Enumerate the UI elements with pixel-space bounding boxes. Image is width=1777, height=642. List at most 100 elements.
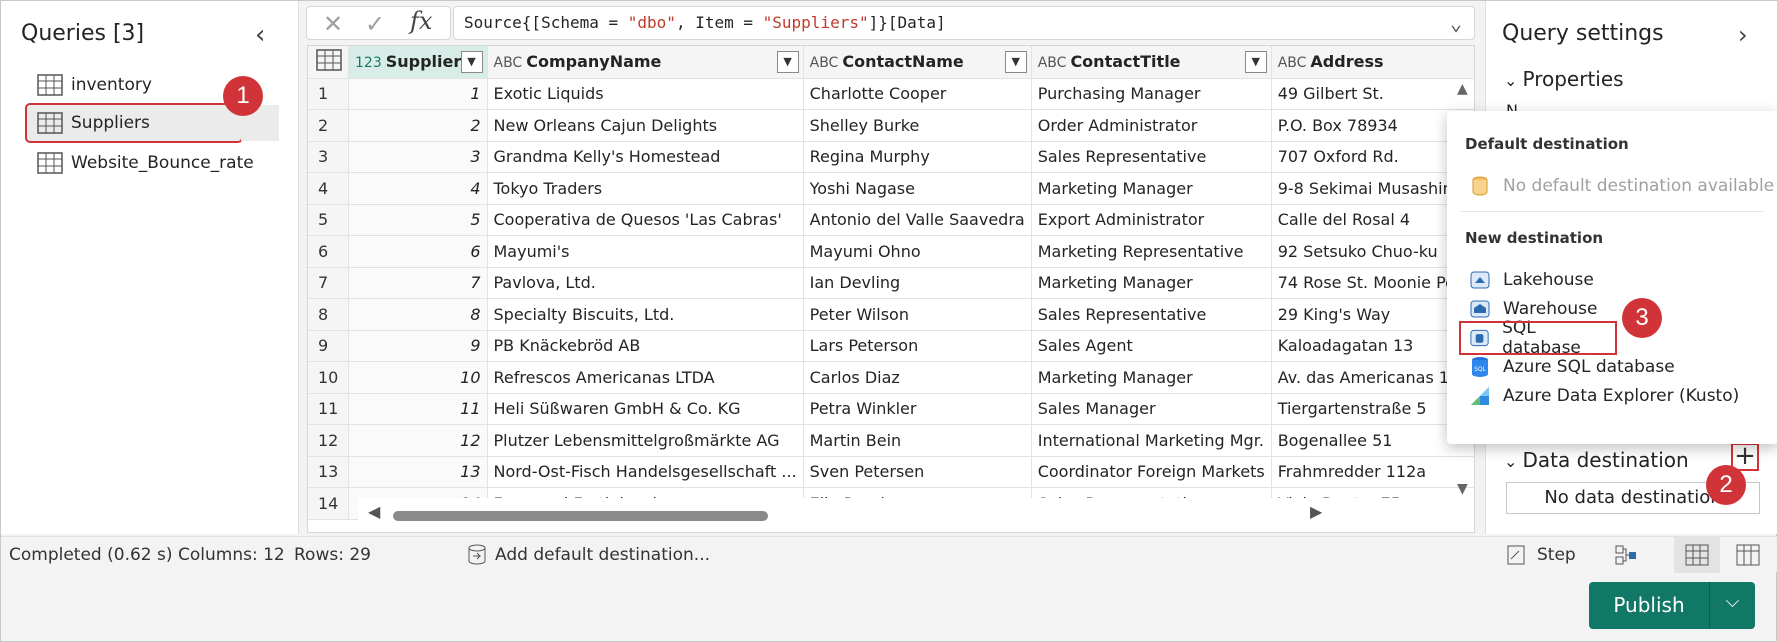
column-filter-dropdown[interactable]: ▼ <box>1004 51 1027 73</box>
publish-button[interactable]: Publish <box>1589 593 1709 617</box>
column-header-address[interactable]: ABC Address <box>1271 46 1474 79</box>
table-cell[interactable]: 9-8 Sekimai Musashino <box>1271 172 1474 205</box>
row-number[interactable]: 13 <box>308 456 349 488</box>
table-cell[interactable]: Peter Wilson <box>803 298 1032 331</box>
table-cell[interactable]: International Marketing Mgr. <box>1031 424 1272 457</box>
table-cell[interactable]: Shelley Burke <box>803 109 1032 142</box>
table-cell[interactable]: Martin Bein <box>803 424 1032 457</box>
step-button[interactable]: Step <box>1537 545 1576 565</box>
scrollbar-thumb[interactable] <box>393 511 768 521</box>
column-header-supplierid[interactable]: 123 SupplierID ▼ <box>348 46 488 79</box>
table-cell[interactable]: Charlotte Cooper <box>803 78 1032 110</box>
table-cell[interactable]: Lars Peterson <box>803 330 1032 362</box>
table-cell[interactable]: 707 Oxford Rd. <box>1271 141 1474 173</box>
row-number[interactable]: 14 <box>308 487 349 520</box>
scroll-up-icon[interactable]: ▲ <box>1457 81 1468 97</box>
row-number[interactable]: 12 <box>308 424 349 457</box>
collapse-queries-icon[interactable]: ‹ <box>255 22 265 48</box>
commit-formula-icon[interactable]: ✓ <box>365 10 385 38</box>
table-cell[interactable]: 92 Setsuko Chuo-ku <box>1271 235 1474 268</box>
table-row[interactable]: 9 9 PB Knäckebröd AB Lars Peterson Sales Age… <box>308 330 1474 362</box>
table-cell[interactable]: Order Administrator <box>1031 109 1272 142</box>
cancel-formula-icon[interactable]: ✕ <box>323 10 343 38</box>
table-cell[interactable]: Refrescos Americanas LTDA <box>487 361 804 394</box>
row-number[interactable]: 1 <box>308 78 349 110</box>
row-number[interactable]: 11 <box>308 393 349 425</box>
table-cell[interactable]: Sven Petersen <box>803 456 1032 488</box>
table-cell[interactable]: Sales Representative <box>1031 298 1272 331</box>
cell-supplierid[interactable]: 9 <box>348 330 488 362</box>
cell-supplierid[interactable]: 8 <box>348 298 488 331</box>
cell-supplierid[interactable]: 1 <box>348 78 488 110</box>
table-row[interactable]: 7 7 Pavlova, Ltd. Ian Devling Marketing Mana… <box>308 267 1474 299</box>
table-cell[interactable]: Yoshi Nagase <box>803 172 1032 205</box>
schema-view-button[interactable] <box>1725 537 1771 573</box>
table-row[interactable]: 8 8 Specialty Biscuits, Ltd. Peter Wilson Sa… <box>308 298 1474 331</box>
query-item-suppliers[interactable]: Suppliers <box>25 103 243 143</box>
table-cell[interactable]: Regina Murphy <box>803 141 1032 173</box>
scroll-left-icon[interactable]: ◀ <box>368 502 380 521</box>
table-cell[interactable]: Ian Devling <box>803 267 1032 299</box>
table-cell[interactable]: Exotic Liquids <box>487 78 804 110</box>
table-row[interactable]: 4 4 Tokyo Traders Yoshi Nagase Marketing Man… <box>308 172 1474 205</box>
menu-item-azure-sql-database[interactable]: SQL Azure SQL database <box>1461 352 1675 382</box>
select-all-cell[interactable] <box>308 46 349 79</box>
cell-supplierid[interactable]: 4 <box>348 172 488 205</box>
table-row[interactable]: 6 6 Mayumi's Mayumi Ohno Marketing Represent… <box>308 235 1474 268</box>
column-header-companyname[interactable]: ABC CompanyName ▼ <box>487 46 804 79</box>
table-cell[interactable]: 49 Gilbert St. <box>1271 78 1474 110</box>
table-cell[interactable]: Purchasing Manager <box>1031 78 1272 110</box>
table-cell[interactable]: Bogenallee 51 <box>1271 424 1474 457</box>
row-number[interactable]: 5 <box>308 204 349 236</box>
table-cell[interactable]: 74 Rose St. Moonie Ponds <box>1271 267 1474 299</box>
column-header-contacttitle[interactable]: ABC ContactTitle ▼ <box>1031 46 1272 79</box>
table-cell[interactable]: Mayumi Ohno <box>803 235 1032 268</box>
table-cell[interactable]: Kaloadagatan 13 <box>1271 330 1474 362</box>
table-cell[interactable]: 29 King's Way <box>1271 298 1474 331</box>
table-cell[interactable]: Export Administrator <box>1031 204 1272 236</box>
cell-supplierid[interactable]: 6 <box>348 235 488 268</box>
scroll-right-icon[interactable]: ▶ <box>1310 502 1322 521</box>
table-cell[interactable]: Carlos Diaz <box>803 361 1032 394</box>
table-cell[interactable]: Plutzer Lebensmittelgroßmärkte AG <box>487 424 804 457</box>
menu-item-sql-database[interactable]: SQL database <box>1459 318 1617 358</box>
horizontal-scrollbar[interactable]: ◀ ▶ <box>358 498 1474 532</box>
row-number[interactable]: 3 <box>308 141 349 173</box>
menu-item-lakehouse[interactable]: Lakehouse <box>1461 265 1594 295</box>
table-cell[interactable]: New Orleans Cajun Delights <box>487 109 804 142</box>
row-number[interactable]: 8 <box>308 298 349 331</box>
table-cell[interactable]: Grandma Kelly's Homestead <box>487 141 804 173</box>
table-row[interactable]: 10 10 Refrescos Americanas LTDA Carlos Diaz… <box>308 361 1474 394</box>
cell-supplierid[interactable]: 13 <box>348 456 488 488</box>
row-number[interactable]: 10 <box>308 361 349 394</box>
cell-supplierid[interactable]: 3 <box>348 141 488 173</box>
column-header-contactname[interactable]: ABC ContactName ▼ <box>803 46 1032 79</box>
table-cell[interactable]: P.O. Box 78934 <box>1271 109 1474 142</box>
collapse-settings-icon[interactable]: › <box>1738 21 1748 49</box>
cell-supplierid[interactable]: 2 <box>348 109 488 142</box>
table-row[interactable]: 2 2 New Orleans Cajun Delights Shelley Burk… <box>308 109 1474 142</box>
formula-bar[interactable]: Source{[Schema = "dbo", Item = "Supplier… <box>453 6 1475 40</box>
cell-supplierid[interactable]: 7 <box>348 267 488 299</box>
fx-icon[interactable]: fx <box>410 7 432 35</box>
row-number[interactable]: 6 <box>308 235 349 268</box>
table-cell[interactable]: Pavlova, Ltd. <box>487 267 804 299</box>
cell-supplierid[interactable]: 10 <box>348 361 488 394</box>
table-cell[interactable]: Coordinator Foreign Markets <box>1031 456 1272 488</box>
properties-section[interactable]: ⌄ Properties <box>1504 67 1624 91</box>
table-row[interactable]: 1 1 Exotic Liquids Charlotte Cooper Purchasi… <box>308 78 1474 110</box>
table-cell[interactable]: Petra Winkler <box>803 393 1032 425</box>
column-filter-dropdown[interactable]: ▼ <box>776 51 799 73</box>
table-cell[interactable]: Calle del Rosal 4 <box>1271 204 1474 236</box>
row-number[interactable]: 7 <box>308 267 349 299</box>
table-row[interactable]: 5 5 Cooperativa de Quesos 'Las Cabras' Anto… <box>308 204 1474 236</box>
column-filter-dropdown[interactable]: ▼ <box>460 51 483 73</box>
table-row[interactable]: 12 12 Plutzer Lebensmittelgroßmärkte AG Mar… <box>308 424 1474 457</box>
table-cell[interactable]: Sales Representative <box>1031 141 1272 173</box>
table-row[interactable]: 11 11 Heli Süßwaren GmbH & Co. KG Petra Win… <box>308 393 1474 425</box>
table-cell[interactable]: Marketing Manager <box>1031 172 1272 205</box>
cell-supplierid[interactable]: 11 <box>348 393 488 425</box>
table-cell[interactable]: Heli Süßwaren GmbH & Co. KG <box>487 393 804 425</box>
table-cell[interactable]: Mayumi's <box>487 235 804 268</box>
cell-supplierid[interactable]: 5 <box>348 204 488 236</box>
